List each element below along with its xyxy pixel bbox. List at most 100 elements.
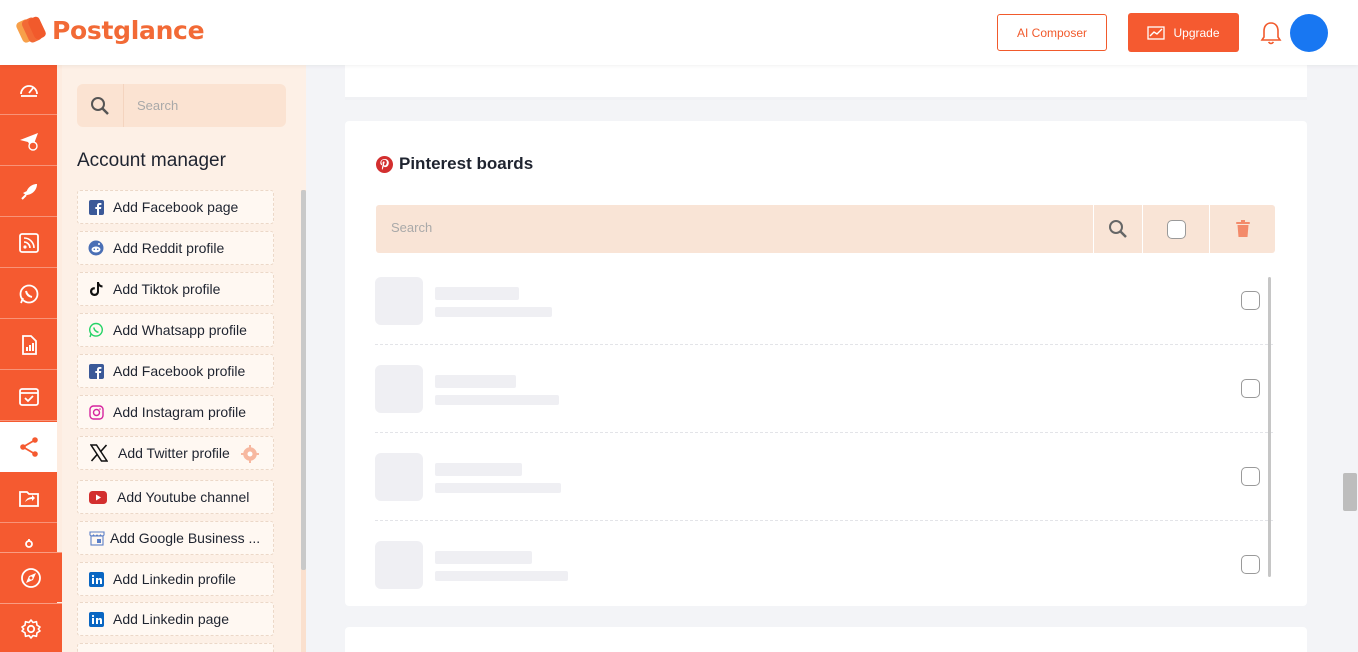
whatsapp-icon [88, 322, 104, 338]
main-content: Pinterest boards [306, 65, 1358, 652]
board-thumbnail-placeholder [375, 365, 423, 413]
board-checkbox[interactable] [1241, 379, 1260, 398]
account-item-tiktok-profile[interactable]: Add Tiktok profile [77, 272, 274, 306]
account-item-google-business[interactable]: Add Google Business ... [77, 521, 274, 555]
row-divider [375, 344, 1273, 345]
select-all-checkbox[interactable] [1142, 205, 1209, 253]
board-name-placeholder [435, 551, 532, 564]
account-manager-panel: Account manager Add Facebook page Add Re… [62, 65, 306, 652]
board-thumbnail-placeholder [375, 453, 423, 501]
google-business-icon [89, 530, 105, 546]
whatsapp-icon[interactable] [0, 269, 57, 319]
board-meta-placeholder [435, 307, 552, 317]
send-icon[interactable] [0, 116, 57, 166]
board-row[interactable] [375, 267, 1273, 355]
panel-search [77, 84, 286, 127]
tiktok-icon [88, 281, 104, 297]
linkedin-icon [88, 611, 104, 627]
account-item-label: Add Linkedin page [113, 611, 229, 627]
boards-toolbar [376, 205, 1275, 253]
main-scrollbar-thumb[interactable] [1343, 473, 1357, 511]
compass-icon[interactable] [0, 552, 62, 602]
rss-icon[interactable] [0, 218, 57, 268]
search-icon[interactable] [77, 84, 124, 127]
reddit-icon [88, 240, 104, 256]
trash-icon [1235, 220, 1250, 237]
instagram-icon [88, 404, 104, 420]
board-thumbnail-placeholder [375, 277, 423, 325]
next-card [345, 627, 1307, 652]
panel-search-input[interactable] [124, 98, 274, 113]
app-name: Postglance [52, 15, 205, 45]
avatar[interactable] [1290, 14, 1328, 52]
search-icon[interactable] [1093, 205, 1142, 253]
account-item-label: Add Instagram profile [113, 404, 247, 420]
rocket-icon[interactable] [0, 167, 57, 217]
boards-search-input[interactable] [391, 220, 991, 235]
bell-icon[interactable] [1259, 20, 1283, 46]
folder-share-icon[interactable] [0, 473, 57, 523]
share-icon[interactable] [0, 422, 57, 472]
account-item-twitter-profile[interactable]: Add Twitter profile [77, 436, 274, 470]
facebook-icon [88, 363, 104, 379]
board-row[interactable] [375, 355, 1273, 443]
account-item-youtube-channel[interactable]: Add Youtube channel [77, 480, 274, 514]
board-checkbox[interactable] [1241, 555, 1260, 574]
board-meta-placeholder [435, 395, 559, 405]
row-divider [375, 520, 1273, 521]
youtube-icon [89, 489, 107, 505]
account-item-label: Add Youtube channel [117, 489, 250, 505]
board-row[interactable] [375, 443, 1273, 531]
account-item-label: Add Tiktok profile [113, 281, 221, 297]
report-icon[interactable] [0, 320, 57, 370]
board-name-placeholder [435, 287, 519, 300]
list-scrollbar-thumb[interactable] [1268, 277, 1271, 577]
settings-badge-icon[interactable] [241, 445, 259, 463]
card-title: Pinterest boards [376, 154, 533, 174]
ai-composer-button[interactable]: AI Composer [997, 14, 1107, 51]
delete-button[interactable] [1209, 205, 1275, 253]
linkedin-icon [88, 571, 104, 587]
board-meta-placeholder [435, 571, 568, 581]
account-item-whatsapp-profile[interactable]: Add Whatsapp profile [77, 313, 274, 347]
board-name-placeholder [435, 463, 522, 476]
app-logo[interactable]: Postglance [16, 14, 205, 46]
logo-mark-icon [16, 14, 48, 46]
board-thumbnail-placeholder [375, 541, 423, 589]
account-item-label: Add Twitter profile [118, 445, 230, 461]
board-name-placeholder [435, 375, 516, 388]
board-checkbox[interactable] [1241, 467, 1260, 486]
pinterest-boards-card: Pinterest boards [345, 121, 1307, 606]
account-item-label: Add Facebook profile [113, 363, 246, 379]
pinterest-icon [376, 155, 393, 173]
settings-icon[interactable] [0, 603, 62, 652]
account-item-label: Add Reddit profile [113, 240, 225, 256]
facebook-icon [88, 199, 104, 215]
account-item-label: Add Whatsapp profile [113, 322, 247, 338]
account-item-reddit-profile[interactable]: Add Reddit profile [77, 231, 274, 265]
board-checkbox[interactable] [1241, 291, 1260, 310]
upgrade-label: Upgrade [1173, 25, 1220, 40]
account-item-facebook-profile[interactable]: Add Facebook profile [77, 354, 274, 388]
upgrade-button[interactable]: Upgrade [1128, 13, 1239, 52]
account-item-label: Add Facebook page [113, 199, 239, 215]
top-header: Postglance AI Composer Upgrade [0, 0, 1358, 65]
account-item-instagram-profile[interactable]: Add Instagram profile [77, 395, 274, 429]
dashboard-icon[interactable] [0, 65, 57, 115]
previous-card [345, 65, 1307, 100]
x-icon [90, 444, 108, 462]
account-item-label: Add Linkedin profile [113, 571, 236, 587]
panel-title: Account manager [77, 150, 226, 171]
account-item-linkedin-profile[interactable]: Add Linkedin profile [77, 562, 274, 596]
account-item-facebook-page[interactable]: Add Facebook page [77, 190, 274, 224]
account-item-linkedin-page[interactable]: Add Linkedin page [77, 602, 274, 636]
trend-icon [1147, 25, 1166, 40]
account-item-partial[interactable] [77, 643, 274, 652]
board-meta-placeholder [435, 483, 561, 493]
calendar-icon[interactable] [0, 371, 57, 421]
row-divider [375, 432, 1273, 433]
card-title-text: Pinterest boards [399, 154, 534, 173]
checkbox[interactable] [1166, 219, 1186, 239]
board-row[interactable] [375, 531, 1273, 619]
main-scrollbar[interactable] [1342, 65, 1358, 652]
